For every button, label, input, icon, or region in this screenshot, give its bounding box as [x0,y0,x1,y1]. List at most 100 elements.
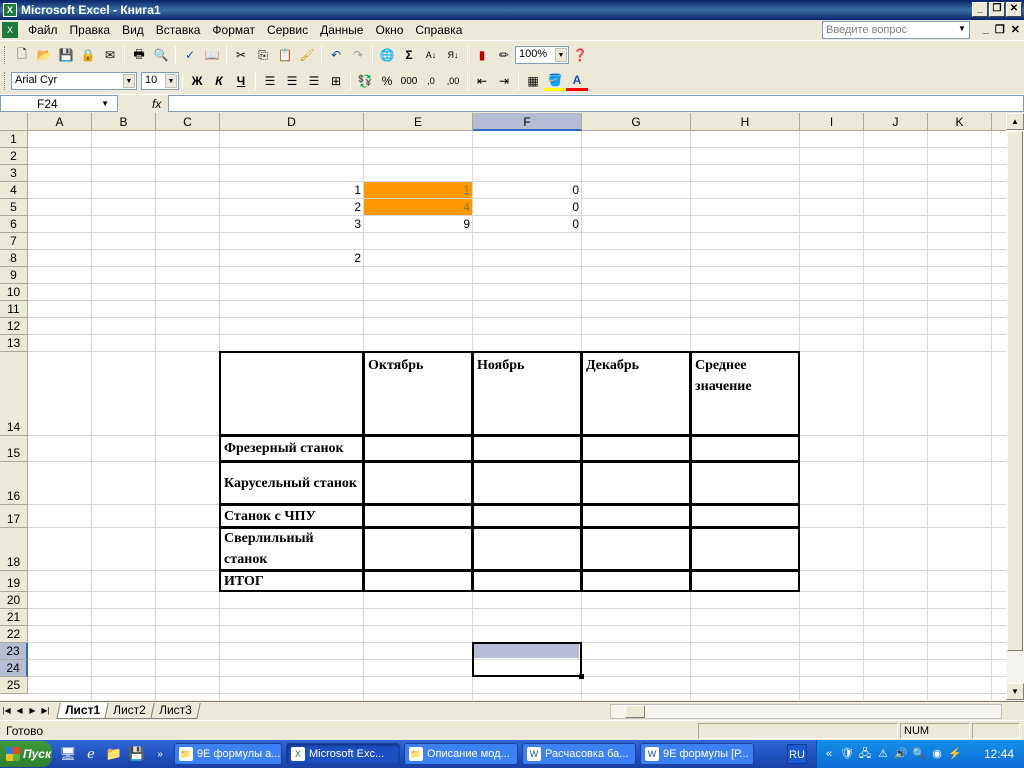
menu-view[interactable]: Вид [116,23,150,37]
cell-d8[interactable]: 2 [220,250,363,266]
merge-center-icon[interactable]: ⊞ [325,71,347,91]
table-value-cell[interactable] [581,570,691,592]
row-header-2[interactable]: 2 [0,148,28,165]
table-value-cell[interactable] [472,570,582,592]
table-value-cell[interactable] [472,461,582,505]
row-header-17[interactable]: 17 [0,505,28,528]
zoom-combo[interactable]: 100% ▼ [515,46,569,64]
currency-icon[interactable]: 💱 [354,71,376,91]
table-value-cell[interactable] [363,504,473,528]
table-value-cell[interactable] [363,435,473,462]
menu-data[interactable]: Данные [314,23,369,37]
table-value-cell[interactable] [472,435,582,462]
font-name-dropdown-icon[interactable]: ▼ [123,74,135,88]
fill-color-icon[interactable]: 🪣 [544,71,566,91]
doc-close-button[interactable]: ✕ [1011,23,1020,36]
doc-minimize-button[interactable]: _ [983,23,989,36]
table-row-label[interactable]: Карусельный станок [219,461,364,505]
excel-app-icon[interactable]: X [3,3,17,17]
table-value-cell[interactable] [690,461,800,505]
increase-indent-icon[interactable]: ⇥ [493,71,515,91]
horizontal-scroll-thumb[interactable] [625,705,645,718]
table-value-cell[interactable] [690,527,800,571]
save-quicklaunch-icon[interactable]: 💾 [127,744,147,764]
workbook-icon[interactable]: X [2,22,18,38]
power-icon[interactable]: ⚡ [947,746,963,762]
column-header-d[interactable]: D [220,113,364,131]
percent-button[interactable]: % [376,71,398,91]
column-header-h[interactable]: H [691,113,800,131]
column-header-g[interactable]: G [582,113,691,131]
decrease-indent-icon[interactable]: ⇤ [471,71,493,91]
scroll-down-icon[interactable]: ▼ [1006,683,1024,700]
paste-icon[interactable]: 📋 [274,45,296,65]
table-value-cell[interactable] [690,570,800,592]
menu-format[interactable]: Формат [206,23,261,37]
menu-window[interactable]: Окно [369,23,409,37]
network-icon[interactable]: 🖧 [857,746,873,762]
first-sheet-icon[interactable]: |◀ [0,706,13,715]
column-header-a[interactable]: A [28,113,92,131]
vertical-scroll-thumb[interactable] [1007,131,1023,651]
column-header-j[interactable]: J [864,113,928,131]
print-preview-icon[interactable]: 🔍 [150,45,172,65]
row-header-23[interactable]: 23 [0,643,28,660]
row-header-18[interactable]: 18 [0,528,28,571]
sort-ascending-icon[interactable]: А↓ [420,45,442,65]
cut-icon[interactable]: ✂ [230,45,252,65]
name-box-dropdown-icon[interactable]: ▼ [101,99,109,108]
tray-expand-icon[interactable]: « [821,746,837,762]
row-header-9[interactable]: 9 [0,267,28,284]
table-header-cell[interactable]: Ноябрь [472,351,582,436]
row-header-25[interactable]: 25 [0,677,28,694]
cell-f4[interactable]: 0 [473,182,581,198]
table-header-cell[interactable]: Среднее значение [690,351,800,436]
language-indicator[interactable]: RU [787,744,807,764]
minimize-button[interactable]: _ [972,2,988,17]
sheet-tab-1[interactable]: Лист1 [56,702,109,719]
task-button-1[interactable]: 📁 9Е формулы а... [174,743,282,765]
column-header-b[interactable]: B [92,113,156,131]
column-header-i[interactable]: I [800,113,864,131]
task-button-4[interactable]: W Расчасовка ба... [522,743,636,765]
formula-input[interactable] [168,95,1024,112]
row-header-15[interactable]: 15 [0,436,28,462]
toolbar-grip[interactable] [4,46,7,64]
row-header-20[interactable]: 20 [0,592,28,609]
cell-f5[interactable]: 0 [473,199,581,215]
table-value-cell[interactable] [472,504,582,528]
align-left-icon[interactable]: ☰ [259,71,281,91]
toolbar-grip[interactable] [4,72,7,90]
select-all-corner[interactable] [0,113,28,131]
row-header-19[interactable]: 19 [0,571,28,592]
cell-f6[interactable]: 0 [473,216,581,232]
font-size-combo[interactable]: 10 ▼ [141,72,179,90]
last-sheet-icon[interactable]: ▶| [39,706,52,715]
task-button-3[interactable]: 📁 Описание мод... [404,743,518,765]
table-row-label[interactable]: Сверлильный станок [219,527,364,571]
column-header-c[interactable]: C [156,113,220,131]
font-name-combo[interactable]: Arial Cyr ▼ [11,72,137,90]
sheet-tab-2[interactable]: Лист2 [104,702,155,719]
media-icon[interactable]: ◉ [929,746,945,762]
menu-tools[interactable]: Сервис [261,23,314,37]
table-value-cell[interactable] [581,435,691,462]
table-value-cell[interactable] [363,461,473,505]
row-header-16[interactable]: 16 [0,462,28,505]
row-header-6[interactable]: 6 [0,216,28,233]
menu-edit[interactable]: Правка [64,23,117,37]
table-row-label[interactable]: Фрезерный станок [219,435,364,462]
internet-explorer-icon[interactable]: ℯ [81,744,101,764]
cell-e6[interactable]: 9 [364,216,472,232]
table-value-cell[interactable] [363,570,473,592]
row-header-7[interactable]: 7 [0,233,28,250]
menu-help[interactable]: Справка [409,23,468,37]
table-value-cell[interactable] [363,527,473,571]
open-icon[interactable]: 📂 [33,45,55,65]
clock[interactable]: 12:44 [984,747,1014,761]
drawing-icon[interactable]: ✏ [493,45,515,65]
start-button[interactable]: Пуск [0,741,52,767]
cell-d6[interactable]: 3 [220,216,363,232]
row-header-21[interactable]: 21 [0,609,28,626]
format-painter-icon[interactable]: 🖌 [296,45,318,65]
